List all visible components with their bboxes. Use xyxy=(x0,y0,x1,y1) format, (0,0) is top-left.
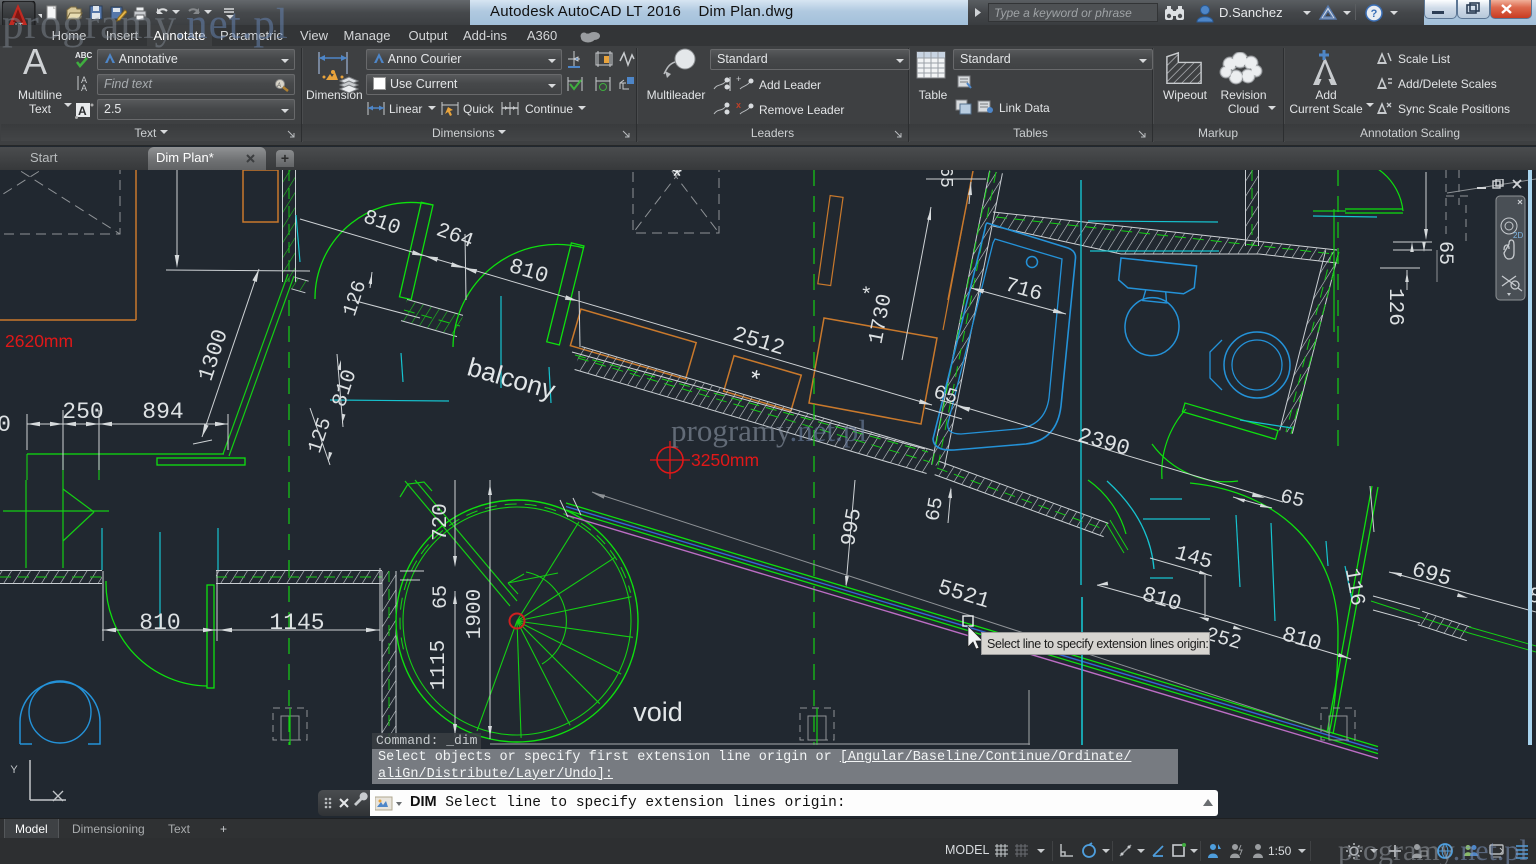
svg-text:A: A xyxy=(276,83,281,89)
svg-text:125: 125 xyxy=(304,415,337,456)
svg-text:+: + xyxy=(736,75,741,84)
svg-text:65: 65 xyxy=(430,585,453,609)
svg-text:1300: 1300 xyxy=(194,326,234,384)
svg-text:*: * xyxy=(860,283,885,299)
svg-text:65: 65 xyxy=(1278,486,1307,514)
svg-text:*: * xyxy=(743,367,764,397)
svg-text:0: 0 xyxy=(0,412,11,438)
svg-text:2390: 2390 xyxy=(1075,423,1133,462)
svg-text:810: 810 xyxy=(1279,622,1324,657)
svg-text:126: 126 xyxy=(1383,288,1406,326)
svg-text:65: 65 xyxy=(935,170,955,188)
svg-text:Y: Y xyxy=(10,764,18,776)
svg-text:720: 720 xyxy=(430,503,453,541)
svg-text:?: ? xyxy=(1371,8,1378,20)
svg-text:x: x xyxy=(736,100,741,110)
svg-text:2512: 2512 xyxy=(730,322,788,361)
svg-text:810: 810 xyxy=(329,367,363,410)
svg-text:1900: 1900 xyxy=(464,589,487,639)
svg-text:1145: 1145 xyxy=(269,610,324,636)
svg-text:810: 810 xyxy=(139,610,180,636)
svg-text:Select line to specify extensi: Select line to specify extension lines o… xyxy=(987,637,1209,651)
svg-text:balcony: balcony xyxy=(464,352,558,406)
svg-text:126: 126 xyxy=(339,278,372,319)
svg-text:2D: 2D xyxy=(1513,231,1523,240)
svg-text:1730: 1730 xyxy=(865,292,897,346)
svg-text:2620mm: 2620mm xyxy=(5,331,73,351)
svg-text:250: 250 xyxy=(62,399,103,425)
svg-text:995: 995 xyxy=(838,507,867,548)
svg-text:695: 695 xyxy=(1409,557,1454,591)
svg-text:810: 810 xyxy=(506,254,551,289)
svg-text:programy.net.pl: programy.net.pl xyxy=(671,413,867,448)
svg-text:void: void xyxy=(633,697,683,727)
svg-text:3250mm: 3250mm xyxy=(691,450,759,470)
svg-text:5521: 5521 xyxy=(935,575,993,614)
svg-text:A: A xyxy=(78,104,87,118)
svg-text:716: 716 xyxy=(1002,274,1045,307)
svg-text:116: 116 xyxy=(1339,567,1368,608)
svg-text:65: 65 xyxy=(1433,241,1456,265)
svg-text:*: * xyxy=(669,170,685,194)
svg-text:264: 264 xyxy=(433,219,476,254)
svg-text:65: 65 xyxy=(922,495,949,523)
svg-text:810: 810 xyxy=(360,206,403,241)
svg-text:1115: 1115 xyxy=(428,640,451,690)
svg-text:894: 894 xyxy=(142,399,183,425)
svg-text:810: 810 xyxy=(1139,582,1184,617)
svg-text:A: A xyxy=(81,83,87,92)
svg-text:ABC: ABC xyxy=(75,51,93,60)
